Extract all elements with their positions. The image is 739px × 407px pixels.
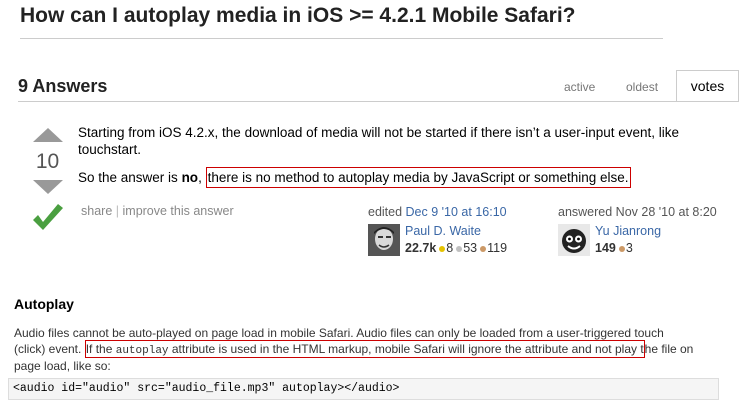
highlighted-answer-text: there is no method to autoplay media by … [205,167,631,188]
downvote-arrow-icon[interactable] [33,180,63,194]
author-username[interactable]: Yu Jianrong [595,224,661,238]
sort-tabs: active oldest votes [0,70,739,102]
excerpt-heading: Autoplay [14,296,74,312]
accepted-check-icon [33,204,63,230]
editor-username[interactable]: Paul D. Waite [405,224,481,238]
gold-badge-count: 8 [446,241,454,255]
edited-info: edited Dec 9 '10 at 16:10 [368,205,507,219]
share-link[interactable]: share [81,204,112,218]
link-separator: | [115,204,120,218]
post-menu: share | improve this answer [81,204,234,218]
tabs-divider [18,101,739,102]
gold-badge-icon [439,245,446,252]
excerpt-line-3: page load, like so: [14,359,111,373]
answer-text: So the answer is [78,170,182,185]
vote-count: 10 [35,150,60,173]
silver-badge-icon [456,245,463,252]
inline-code: autoplay [115,344,169,357]
upvote-arrow-icon[interactable] [33,128,63,142]
bronze-badge-icon [618,245,625,252]
answered-info: answered Nov 28 '10 at 8:20 [558,205,717,219]
bronze-badge-icon [480,245,487,252]
user-photo-icon [368,224,400,256]
question-title[interactable]: How can I autoplay media in iOS >= 4.2.1… [20,4,576,28]
user-cartoon-icon [558,224,590,256]
excerpt-text-span: he file on [644,341,694,356]
tab-votes[interactable]: votes [676,70,739,102]
answer-text: , [198,170,206,185]
answer-paragraph-1: Starting from iOS 4.2.x, the download of… [78,125,680,157]
silver-badge-count: 53 [463,241,478,255]
improve-answer-link[interactable]: improve this answer [123,204,234,218]
edited-label: edited [368,205,406,219]
tab-active[interactable]: active [564,80,595,94]
avatar[interactable] [368,224,400,256]
tab-oldest[interactable]: oldest [626,80,658,94]
bronze-badge-count: 3 [625,241,633,255]
edited-time-link[interactable]: Dec 9 '10 at 16:10 [406,205,507,219]
reputation-score: 149 [595,241,616,255]
editor-reputation: 22.7k 8 53 119 [405,241,507,255]
author-reputation: 149 3 [595,241,633,255]
answer-emphasis: no [181,170,199,185]
excerpt-text-span: If the [85,341,116,356]
excerpt-text: Audio files cannot be auto-played on pag… [14,326,719,375]
excerpt-line-2: (click) event. If the autoplay attribute… [14,339,719,360]
code-block: <audio id="audio" src="audio_file.mp3" a… [8,378,719,400]
avatar[interactable] [558,224,590,256]
title-divider [20,38,663,39]
answer-body: Starting from iOS 4.2.x, the download of… [78,124,733,197]
excerpt-text-span: (click) event. [14,341,85,356]
answer-paragraph-2: So the answer is no, there is no method … [78,167,733,188]
highlighted-excerpt: If the autoplay attribute is used in the… [84,339,645,358]
reputation-score: 22.7k [405,241,437,255]
bronze-badge-count: 119 [487,241,508,255]
excerpt-text-span: attribute is used in the HTML markup, mo… [168,341,644,356]
